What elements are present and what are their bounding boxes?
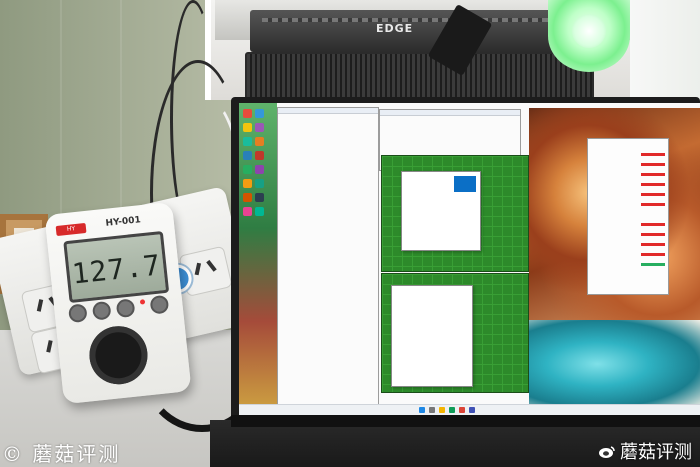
- watermark-text: 蘑菇评测: [620, 442, 692, 463]
- taskbar-app-icon: [449, 407, 455, 413]
- taskbar: [239, 404, 700, 415]
- graphics-card: [250, 10, 590, 52]
- usage-bar: [641, 223, 665, 226]
- gpu-heatsink: [245, 52, 594, 102]
- usage-bar: [641, 263, 665, 266]
- usage-bar: [641, 193, 665, 196]
- app-icon: [243, 165, 252, 174]
- app-icon: [243, 151, 252, 160]
- app-icon: [243, 123, 252, 132]
- app-icon: [255, 179, 264, 188]
- window-titlebar: [380, 110, 520, 116]
- usage-bar: [641, 243, 665, 246]
- meter-button: [91, 300, 112, 321]
- app-icon: [243, 179, 252, 188]
- meter-button: [115, 298, 136, 319]
- app-icon: [255, 151, 264, 160]
- app-icon: [255, 123, 264, 132]
- app-icon: [243, 137, 252, 146]
- app-icon: [255, 193, 264, 202]
- app-icon: [243, 207, 252, 216]
- meter-brand-label: HY: [55, 222, 87, 237]
- taskbar-app-icon: [459, 407, 465, 413]
- photo-scene: EDGE HY HY-001 127.7 © 蘑菇评测 蘑菇评测: [0, 0, 700, 467]
- rgb-fan-hub: [572, 14, 606, 48]
- app-icon: [255, 137, 264, 146]
- start-icon: [419, 407, 425, 413]
- meter-model-label: HY-001: [105, 215, 142, 229]
- gpu-brand-label: EDGE: [376, 22, 414, 35]
- usage-bar: [641, 163, 665, 166]
- app-icon: [255, 165, 264, 174]
- desktop-wallpaper-sea: [529, 320, 700, 408]
- monitor-chin: [231, 415, 700, 427]
- usage-bar: [641, 203, 665, 206]
- meter-reading: 127.7: [70, 248, 163, 291]
- taskbar-app-icon: [439, 407, 445, 413]
- weibo-icon: [599, 446, 615, 458]
- sensor-list-window: [277, 107, 379, 409]
- pc-side-panel: [630, 0, 700, 100]
- sensor-detail-dialog: [391, 285, 473, 387]
- watermark-right: 蘑菇评测: [598, 438, 692, 464]
- usage-bar: [641, 183, 665, 186]
- meter-led: [139, 299, 146, 305]
- app-icon: [255, 109, 264, 118]
- meter-button: [67, 303, 88, 324]
- monitor-screen: [239, 103, 700, 415]
- watermark-left: © 蘑菇评测: [2, 442, 121, 466]
- app-icon: [243, 193, 252, 202]
- window-titlebar: [278, 108, 378, 114]
- intel-logo-icon: [454, 176, 476, 192]
- taskbar-app-icon: [469, 407, 475, 413]
- usage-bar: [641, 173, 665, 176]
- taskbar-app-icon: [429, 407, 435, 413]
- usage-bar: [641, 233, 665, 236]
- usage-bar: [641, 253, 665, 256]
- hardware-monitor-panel: [587, 138, 669, 295]
- desktop-icon-column: [239, 103, 277, 415]
- app-icon: [243, 109, 252, 118]
- meter-display: 127.7: [63, 230, 170, 304]
- cpu-info-dialog: [401, 171, 481, 251]
- app-icon: [255, 207, 264, 216]
- usage-bar: [641, 153, 665, 156]
